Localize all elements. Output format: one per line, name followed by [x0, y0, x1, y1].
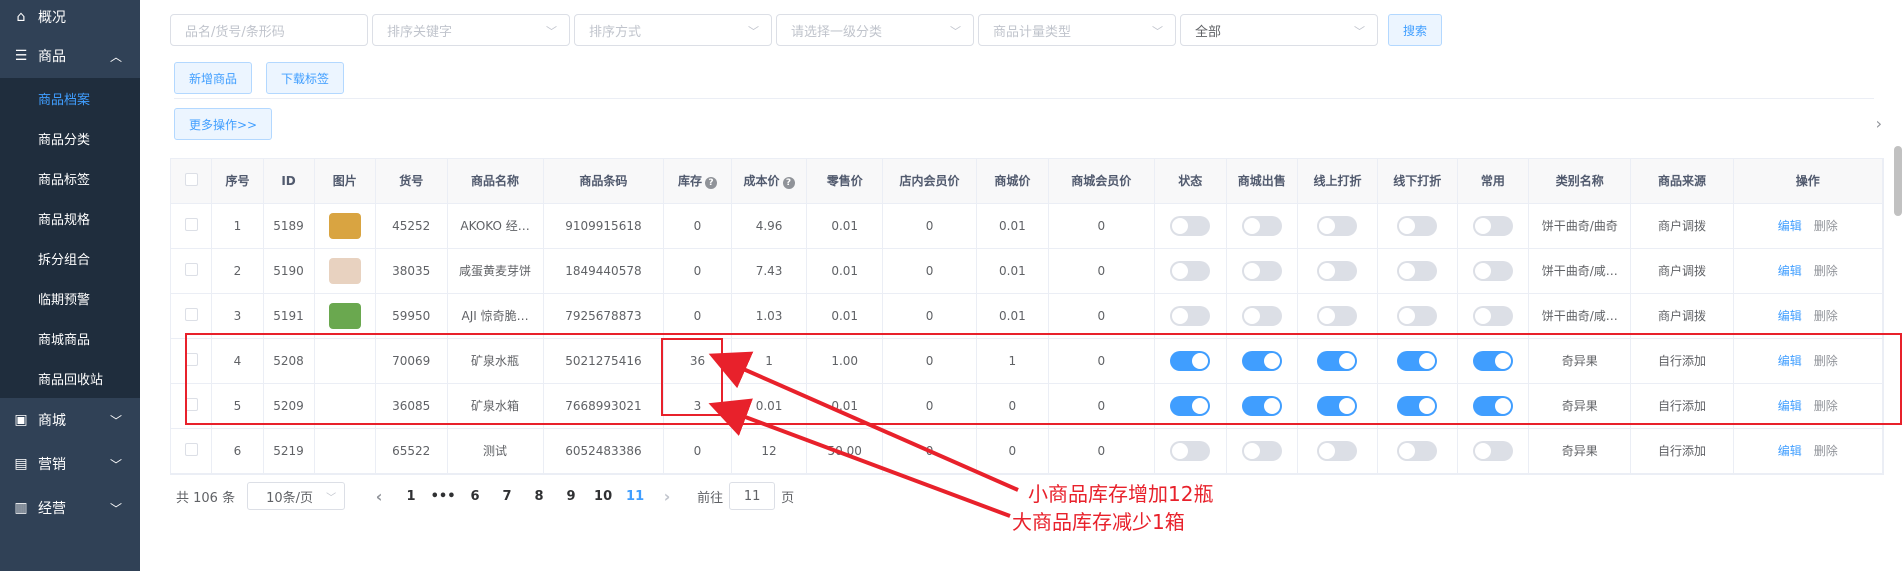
annotation-arrows: [708, 351, 1019, 518]
annotation-text-2: 大商品库存减少1箱: [1012, 510, 1185, 534]
annotation-text-1: 小商品库存增加12瓶: [1028, 482, 1214, 506]
